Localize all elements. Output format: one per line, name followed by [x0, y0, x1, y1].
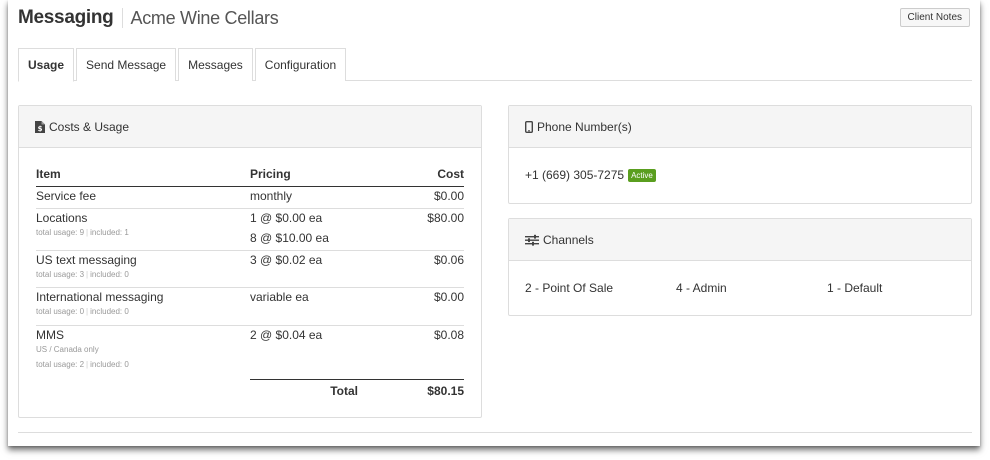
pricing-cell: variable ea — [250, 286, 390, 325]
cost-cell: $0.00 — [390, 286, 464, 325]
pricing-cell: 3 @ $0.02 ea — [250, 249, 390, 287]
svg-text:$: $ — [38, 125, 43, 133]
cost-cell: $0.06 — [390, 249, 464, 287]
channel-item: 1 - Default — [827, 281, 883, 295]
item-cell: Locations total usage: 9 | included: 1 — [36, 207, 250, 250]
table-row: Locations total usage: 9 | included: 1 1 @… — [36, 207, 464, 250]
table-row: Service fee monthly $0.00 — [36, 186, 464, 208]
client-name: Acme Wine Cellars — [130, 7, 279, 28]
page: Messaging Acme Wine Cellars Client Notes… — [8, 0, 980, 446]
total-value: $80.15 — [390, 378, 464, 399]
usage-note: total usage: 3 | included: 0 — [36, 269, 129, 279]
phone-number: +1 (669) 305-7275 — [525, 168, 625, 182]
pricing-cell: 2 @ $0.04 ea — [250, 324, 390, 379]
item-label: Locations — [36, 210, 88, 225]
column-header-pricing: Pricing — [250, 166, 390, 187]
table-row: International messaging total usage: 0 | i… — [36, 286, 464, 325]
mobile-phone-icon — [525, 120, 533, 133]
page-title: Messaging — [18, 7, 114, 28]
pricing-line: 8 @ $10.00 ea — [250, 230, 329, 245]
costs-table: Item Pricing Cost Service fee monthly $0… — [36, 166, 464, 399]
tab-bar: Usage Send Message Messages Configuratio… — [18, 48, 972, 82]
tab-configuration[interactable]: Configuration — [254, 48, 347, 81]
footer-divider — [18, 432, 972, 433]
phone-numbers-panel: Phone Number(s) +1 (669) 305-7275 Active — [508, 105, 972, 204]
column-header-item: Item — [36, 166, 250, 187]
cost-cell: $0.00 — [433, 188, 464, 203]
channels-panel-heading: Channels — [509, 219, 971, 261]
title-divider — [121, 8, 123, 28]
table-row: US text messaging total usage: 3 | include… — [36, 249, 464, 287]
usage-note: total usage: 2 | included: 0 — [36, 359, 129, 369]
usage-note: total usage: 0 | included: 0 — [36, 306, 129, 316]
item-label: International messaging — [36, 289, 164, 304]
phone-number-row: +1 (669) 305-7275 Active — [509, 148, 971, 202]
tab-usage[interactable]: Usage — [18, 48, 75, 82]
page-header: Messaging Acme Wine Cellars Client Notes — [18, 4, 970, 32]
total-row: Total $80.15 — [36, 378, 464, 399]
pricing-cell: 1 @ $0.00 ea 8 @ $10.00 ea — [250, 207, 390, 250]
item-label: MMS — [36, 327, 64, 342]
table-header-row: Item Pricing Cost — [36, 166, 464, 187]
table-row: MMS US / Canada only total usage: 2 | incl… — [36, 324, 464, 379]
costs-usage-panel: $ Costs & Usage Item Pricing Cost Servic… — [18, 105, 482, 418]
item-cell: Service fee — [36, 188, 97, 203]
item-cell: US text messaging total usage: 3 | include… — [36, 249, 250, 287]
column-header-cost: Cost — [390, 166, 464, 187]
pricing-cell: monthly — [250, 188, 293, 203]
phone-panel-title: Phone Number(s) — [537, 119, 632, 134]
costs-panel-title: Costs & Usage — [49, 119, 130, 134]
channel-item: 2 - Point Of Sale — [525, 281, 614, 295]
client-notes-button[interactable]: Client Notes — [899, 8, 970, 27]
usage-note: total usage: 9 | included: 1 — [36, 227, 129, 237]
region-note: US / Canada only — [36, 344, 99, 354]
pricing-line: 1 @ $0.00 ea — [250, 210, 323, 225]
item-label: US text messaging — [36, 252, 137, 267]
total-label: Total — [250, 378, 390, 399]
item-cell: MMS US / Canada only total usage: 2 | incl… — [36, 324, 250, 379]
channel-list: 2 - Point Of Sale 4 - Admin 1 - Default — [509, 261, 971, 313]
tab-messages[interactable]: Messages — [178, 48, 253, 81]
status-badge: Active — [628, 168, 656, 182]
tab-send-message[interactable]: Send Message — [76, 48, 177, 81]
phone-panel-heading: Phone Number(s) — [509, 106, 971, 148]
costs-panel-heading: $ Costs & Usage — [19, 106, 481, 148]
cost-cell: $80.00 — [390, 207, 464, 250]
sliders-icon — [525, 234, 539, 246]
channels-panel: Channels 2 - Point Of Sale 4 - Admin 1 -… — [508, 218, 972, 316]
channel-item: 4 - Admin — [676, 281, 727, 295]
channels-panel-title: Channels — [543, 232, 594, 247]
file-dollar-icon: $ — [35, 120, 45, 133]
cost-cell: $0.08 — [390, 324, 464, 379]
item-cell: International messaging total usage: 0 | i… — [36, 286, 250, 325]
